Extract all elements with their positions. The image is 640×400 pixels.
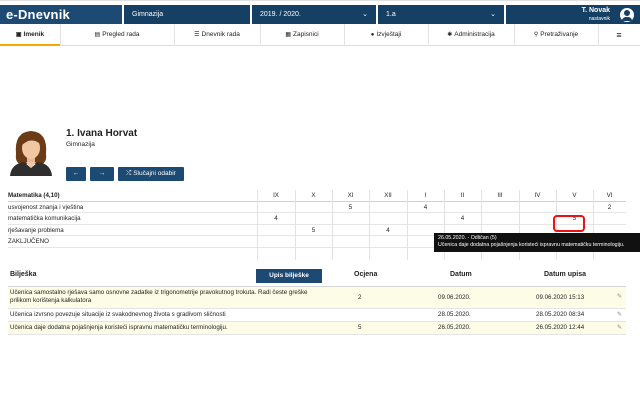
user-role: nastavnik [588,16,610,22]
note-date: 26.05.2020. [438,324,471,331]
search-icon: ⚲ [533,32,539,38]
school-year-selector[interactable]: 2019. / 2020. ⌄ [252,5,376,25]
grade-cell[interactable]: 4 [369,225,407,237]
grade-category: matematička komunikacija [8,215,81,222]
month-header: IV [534,192,541,199]
grade-category: usvojenost znanja i vještina [8,203,84,211]
grade-row: matematička komunikacija 4 4 5 [8,213,626,225]
month-header: XII [384,192,392,199]
note-entry-date: 26.05.2020 12:44 [536,324,585,331]
previous-student-button[interactable]: ← [66,167,86,181]
grade-cell[interactable]: 5 [295,225,332,237]
student-school: Gimnazija [66,141,95,148]
document-icon: ▤ [94,32,101,38]
tab-pretrazivanje[interactable]: ⚲ Pretraživanje [514,24,598,46]
tab-dnevnik-rada[interactable]: ☰ Dnevnik rada [174,24,260,46]
grade-cell[interactable]: 4 [407,202,444,214]
grade-category: rješavanje problema [8,226,64,234]
note-date: 09.06.2020. [438,294,471,301]
add-note-button[interactable]: Upis bilješke [256,269,322,283]
note-date: 28.05.2020. [438,311,471,318]
top-bar: e-Dnevnik Gimnazija 2019. / 2020. ⌄ 1.a … [0,0,640,25]
edit-pencil-icon[interactable]: ✎ [617,324,622,331]
month-header: III [497,192,503,199]
tab-administracija[interactable]: ✱ Administracija [428,24,514,46]
subject-name: Matematika (4,10) [8,192,60,199]
notes-header: Bilješka Upis bilješke Ocjena Datum Datu… [8,267,626,287]
tab-pregled-rada[interactable]: ▤ Pregled rada [60,24,174,46]
note-row[interactable]: Učenica samostalno rješava samo osnovne … [8,287,626,309]
edit-pencil-icon[interactable]: ✎ [617,293,622,300]
tab-imenik[interactable]: ▣ Imenik [0,24,60,46]
notes-title: Bilješka [10,271,37,278]
info-icon: ● [370,32,375,38]
gear-icon: ✱ [447,32,453,38]
grade-tooltip: 26.05.2020. - Odličan (5) Učenica daje d… [434,233,640,252]
note-row[interactable]: Učenica izvrsno povezuje situacije iz sv… [8,309,626,322]
grade-cell[interactable]: 4 [444,213,481,225]
col-date: Datum [450,271,472,278]
grade-cell[interactable]: 5 [332,202,369,214]
book-icon: ▣ [15,32,22,38]
note-row[interactable]: Učenica daje dodatna pojašnjenja koriste… [8,322,626,335]
edit-pencil-icon[interactable]: ✎ [617,311,622,318]
chevron-down-icon: ⌄ [362,11,368,18]
arrow-left-icon: ← [72,170,80,177]
note-entry-date: 28.05.2020 08:34 [536,311,585,318]
note-text: Učenica samostalno rješava samo osnovne … [10,289,308,304]
month-header: V [572,192,577,199]
user-name: T. Novak [581,7,610,14]
month-header: II [460,192,465,199]
menu-icon[interactable]: ≡ [598,24,640,46]
col-grade: Ocjena [354,271,378,278]
tab-zapisnici[interactable]: ▦ Zapisnici [260,24,344,46]
grades-header-row: Matematika (4,10) IX X XI XII I II III I… [8,190,626,202]
note-grade: 5 [358,324,362,331]
student-name: 1. Ivana Horvat [66,128,138,139]
month-header: XI [347,192,354,199]
list-icon: ☰ [194,32,200,38]
next-student-button[interactable]: → [90,167,114,181]
class-selector[interactable]: 1.a ⌄ [378,5,504,25]
col-entry-date: Datum upisa [544,271,587,278]
main-tabs: ▣ Imenik ▤ Pregled rada ☰ Dnevnik rada ▦ Zap… [0,24,640,46]
school-selector[interactable]: Gimnazija [124,5,250,25]
app-logo[interactable]: e-Dnevnik [0,5,122,25]
notes-table: Bilješka Upis bilješke Ocjena Datum Datu… [8,267,626,335]
grade-cell[interactable]: 2 [593,202,626,214]
user-avatar-icon[interactable] [620,8,634,22]
note-entry-date: 09.06.2020 15:13 [536,294,585,301]
grade-row: usvojenost znanja i vještina 5 4 2 [8,202,626,214]
chevron-down-icon: ⌄ [490,11,496,18]
student-avatar [6,126,56,176]
selected-grade-highlight [553,215,585,232]
month-header: I [424,192,427,199]
briefcase-icon: ▦ [285,32,291,38]
month-header: X [311,192,316,199]
month-header: VI [606,192,613,199]
note-text: Učenica daje dodatna pojašnjenja koriste… [10,324,228,331]
note-text: Učenica izvrsno povezuje situacije iz sv… [10,311,226,318]
final-grade-label: ZAKLJUČENO [8,238,49,245]
arrow-right-icon: → [98,170,106,177]
note-grade: 2 [358,294,362,301]
user-menu[interactable]: T. Novak nastavnik [506,5,640,25]
random-selection-button[interactable]: ⤮ Slučajni odabir [118,167,184,181]
grade-cell[interactable]: 4 [257,213,295,225]
month-header: IX [273,192,279,199]
tab-izvjestaji[interactable]: ● Izvještaji [344,24,428,46]
